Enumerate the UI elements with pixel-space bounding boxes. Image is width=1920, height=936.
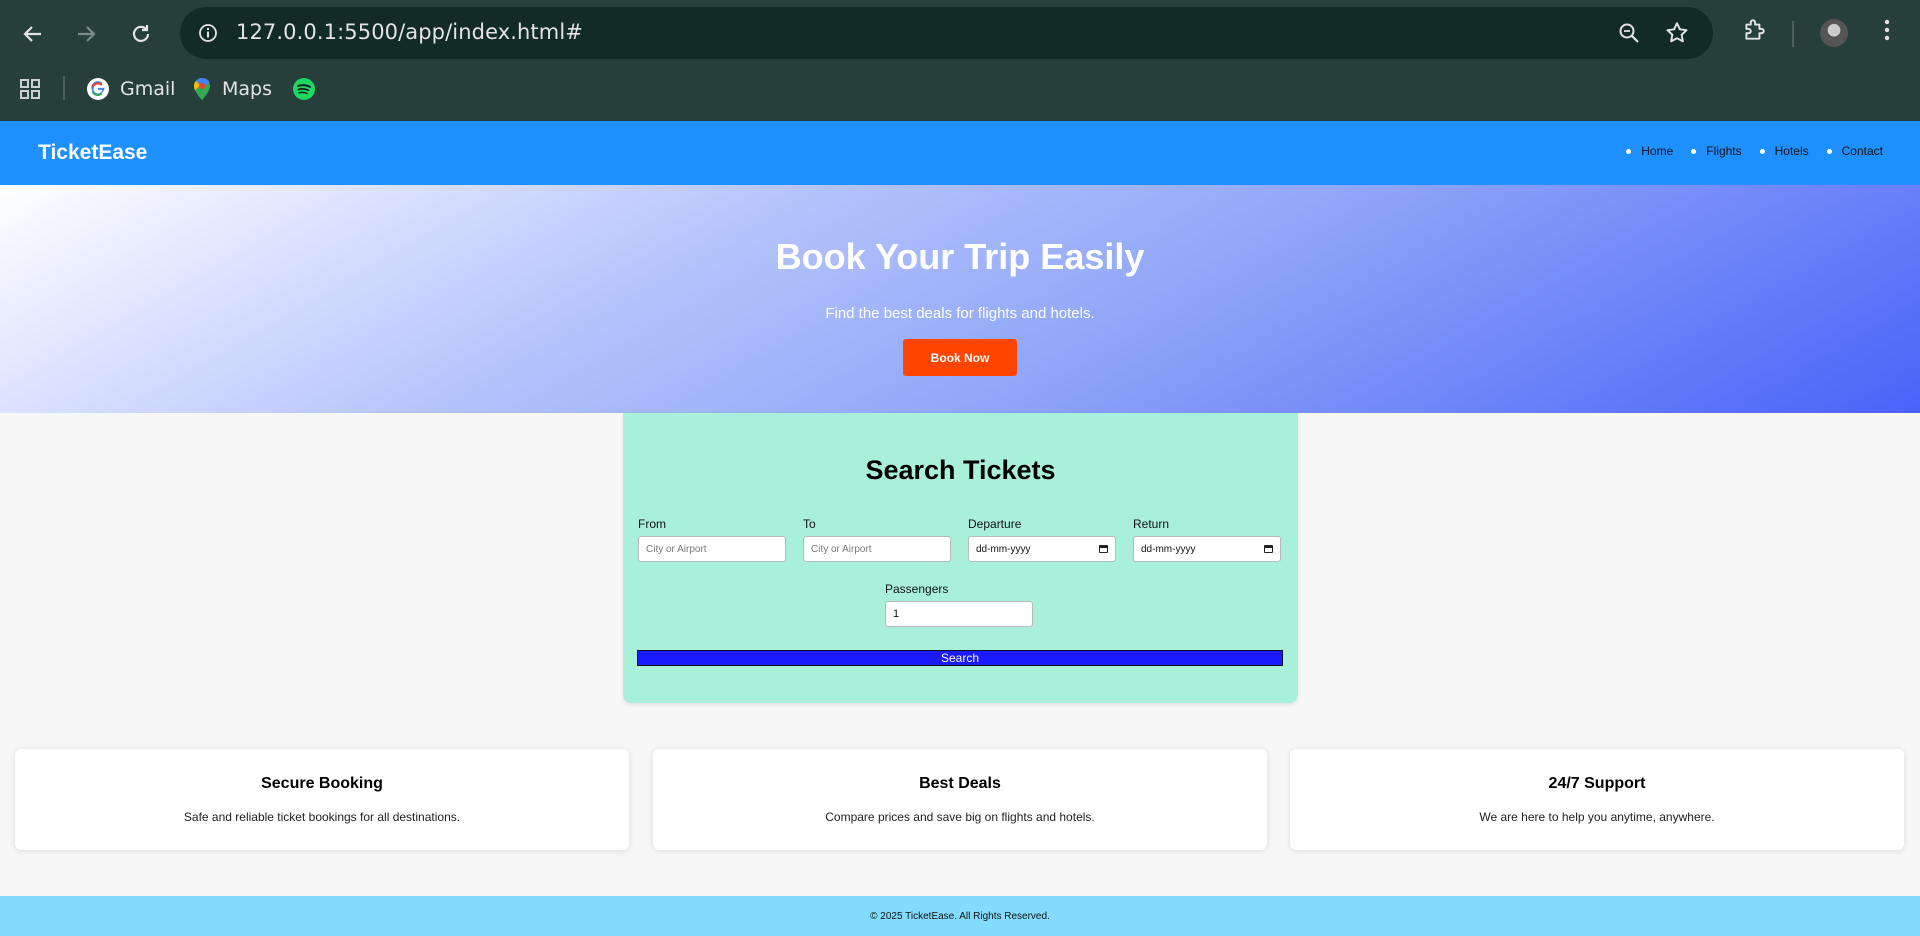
reload-icon [132,25,150,42]
address-bar[interactable]: 127.0.0.1:5500/app/index.html# [180,7,1713,59]
nav-hotels[interactable]: Hotels [1760,144,1809,158]
browser-chrome: 127.0.0.1:5500/app/index.html# Gmail Map… [0,0,1920,121]
passengers-input[interactable]: 1 [885,601,1033,627]
bookmark-spotify[interactable] [292,74,316,104]
hero-section: Book Your Trip Easily Find the best deal… [0,185,1920,413]
bookmark-maps[interactable]: Maps [192,74,272,104]
site-info-icon[interactable] [194,19,222,47]
bookmark-divider [63,76,65,100]
back-arrow-icon [23,26,41,42]
feature-card: Secure Booking Safe and reliable ticket … [15,749,629,850]
feature-card: Best Deals Compare prices and save big o… [653,749,1267,850]
bookmark-star-icon[interactable] [1664,20,1690,46]
nav-flights[interactable]: Flights [1691,144,1741,158]
departure-date-input[interactable]: dd-mm-yyyy [968,536,1116,562]
hero-title: Book Your Trip Easily [775,236,1145,277]
site-header: TicketEase Home Flights Hotels Contact [0,121,1920,185]
return-label: Return [1133,517,1170,531]
return-field: Return dd-mm-yyyy [1133,517,1281,562]
to-label: To [803,517,816,531]
toolbar-divider [1792,21,1794,47]
feature-card: 24/7 Support We are here to help you any… [1290,749,1904,850]
nav-home[interactable]: Home [1626,144,1673,158]
url-text[interactable]: 127.0.0.1:5500/app/index.html# [236,20,583,44]
search-tickets-panel: Search Tickets From City or Airport To C… [623,413,1298,703]
forward-arrow-icon [78,26,96,42]
site-nav: Home Flights Hotels Contact [1608,144,1883,158]
bookmark-gmail[interactable]: Gmail [86,74,175,104]
back-button[interactable] [15,16,51,52]
return-date-value: dd-mm-yyyy [1141,543,1196,555]
feature-title: 24/7 Support [1548,775,1646,792]
calendar-icon[interactable] [1099,545,1108,553]
feature-title: Secure Booking [261,775,383,792]
menu-kebab-icon[interactable] [1872,15,1902,45]
departure-label: Departure [968,517,1022,531]
forward-button[interactable] [68,16,104,52]
to-field: To City or Airport [803,517,951,562]
calendar-icon[interactable] [1264,545,1273,553]
zoom-icon[interactable] [1616,20,1642,46]
search-title: Search Tickets [865,455,1056,485]
site-brand[interactable]: TicketEase [38,141,147,165]
search-button[interactable]: Search [637,650,1283,666]
feature-text: We are here to help you anytime, anywher… [1479,810,1715,824]
spotify-icon [293,78,315,100]
departure-field: Departure dd-mm-yyyy [968,517,1116,562]
from-input[interactable]: City or Airport [638,536,786,562]
feature-text: Compare prices and save big on flights a… [825,810,1095,824]
from-label: From [638,517,666,531]
reload-button[interactable] [123,16,159,52]
passengers-label: Passengers [885,582,949,596]
passengers-field: Passengers 1 [885,582,1033,627]
nav-contact[interactable]: Contact [1827,144,1883,158]
feature-title: Best Deals [919,775,1001,792]
google-icon [87,78,109,100]
extensions-icon[interactable] [1739,15,1769,45]
maps-pin-icon [194,77,210,100]
from-field: From City or Airport [638,517,786,562]
feature-text: Safe and reliable ticket bookings for al… [183,810,461,824]
site-footer: © 2025 TicketEase. All Rights Reserved. [0,896,1920,936]
profile-avatar[interactable] [1820,19,1848,47]
book-now-button[interactable]: Book Now [903,339,1017,376]
departure-date-value: dd-mm-yyyy [976,543,1031,555]
bookmark-label: Gmail [120,78,176,100]
hero-subtitle: Find the best deals for flights and hote… [825,305,1095,322]
return-date-input[interactable]: dd-mm-yyyy [1133,536,1281,562]
to-input[interactable]: City or Airport [803,536,951,562]
bookmark-label: Maps [222,78,272,100]
apps-grid-icon[interactable] [15,74,45,104]
